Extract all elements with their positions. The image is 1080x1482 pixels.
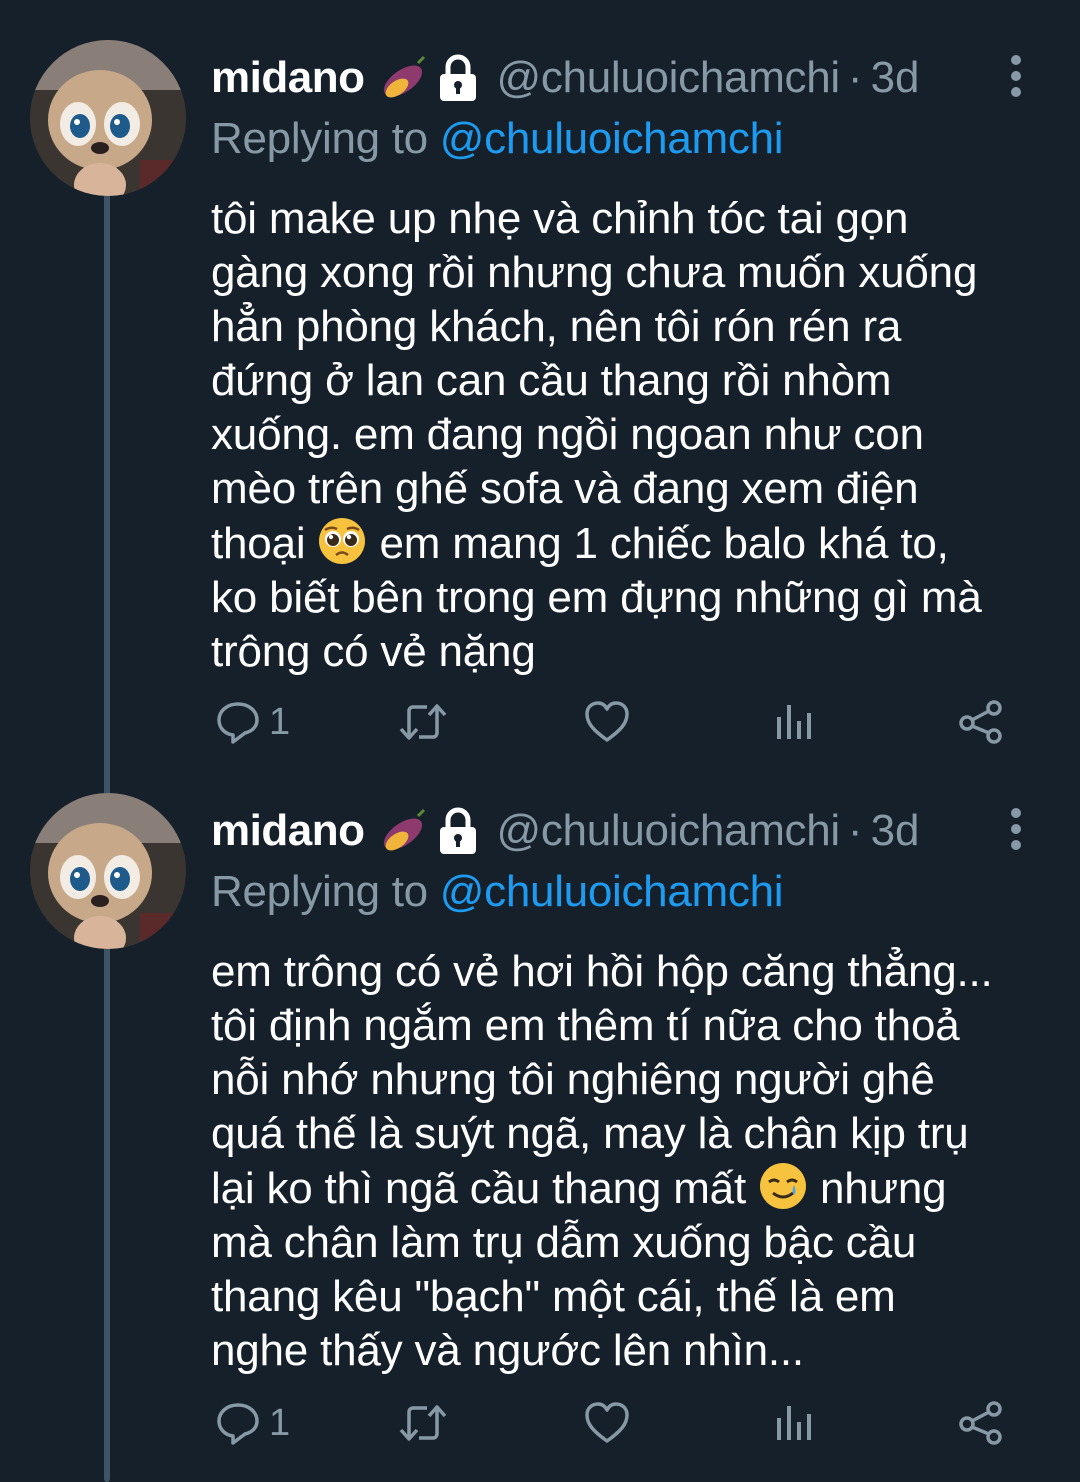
- share-icon: [959, 1401, 1002, 1445]
- replying-to-label: Replying to: [211, 867, 428, 916]
- display-name[interactable]: midano: [211, 53, 365, 103]
- reply-icon: [217, 702, 259, 744]
- display-name[interactable]: midano: [211, 806, 365, 856]
- retweet-icon: [399, 704, 447, 740]
- replying-to-mention[interactable]: @chuluoichamchi: [440, 114, 784, 163]
- sweet-potato-icon: [384, 808, 426, 851]
- retweet-icon: [399, 1405, 447, 1441]
- analytics-icon: [777, 705, 811, 739]
- reply-button[interactable]: 1: [215, 1393, 290, 1453]
- replying-to-line: Replying to @chuluoichamchi: [211, 114, 784, 164]
- avatar[interactable]: [30, 40, 186, 196]
- tweet-header: midano @chuluoichamchi · 3d: [211, 801, 920, 861]
- tweet-timestamp[interactable]: 3d: [871, 53, 920, 103]
- reply-count: 1: [269, 1401, 291, 1444]
- separator-dot: ·: [847, 806, 863, 855]
- reply-icon: [217, 1403, 259, 1445]
- analytics-button[interactable]: [773, 1393, 817, 1453]
- heart-icon: [585, 701, 629, 742]
- like-button[interactable]: [583, 1393, 639, 1453]
- share-button[interactable]: [957, 692, 1005, 752]
- tweet-timestamp[interactable]: 3d: [871, 806, 920, 856]
- replying-to-label: Replying to: [211, 114, 428, 163]
- share-icon: [959, 700, 1002, 744]
- tweet-text-part-1: tôi make up nhẹ và chỉnh tóc tai gọn gàn…: [211, 194, 978, 568]
- tweet[interactable]: midano @chuluoichamchi · 3d Replying to …: [0, 40, 1080, 760]
- user-handle[interactable]: @chuluoichamchi: [496, 53, 840, 103]
- retweet-button[interactable]: [397, 692, 457, 752]
- analytics-icon: [777, 1406, 811, 1440]
- lock-icon: [440, 807, 477, 854]
- retweet-button[interactable]: [397, 1393, 457, 1453]
- reply-button[interactable]: 1: [215, 692, 290, 752]
- avatar-image: [30, 40, 186, 196]
- replying-to-mention[interactable]: @chuluoichamchi: [440, 867, 784, 916]
- smiling-face-with-tear-icon: [760, 1163, 806, 1209]
- like-button[interactable]: [583, 692, 639, 752]
- sweet-potato-icon: [384, 55, 426, 98]
- tweet[interactable]: midano @chuluoichamchi · 3d Replying to …: [0, 793, 1080, 1482]
- more-options-icon[interactable]: [1004, 807, 1028, 851]
- replying-to-line: Replying to @chuluoichamchi: [211, 867, 784, 917]
- more-options-icon[interactable]: [1004, 54, 1028, 98]
- analytics-button[interactable]: [773, 692, 817, 752]
- lock-icon: [440, 54, 477, 101]
- heart-icon: [585, 1402, 629, 1443]
- user-handle[interactable]: @chuluoichamchi: [496, 806, 840, 856]
- tweet-actions: 1: [211, 1393, 1031, 1453]
- avatar[interactable]: [30, 793, 186, 949]
- share-button[interactable]: [957, 1393, 1005, 1453]
- tweet-actions: 1: [211, 692, 1031, 752]
- avatar-image: [30, 793, 186, 949]
- tweet-text: em trông có vẻ hơi hồi hộp căng thẳng...…: [211, 945, 1051, 1378]
- separator-dot: ·: [847, 53, 863, 102]
- reply-count: 1: [269, 700, 291, 743]
- pleading-face-icon: [319, 518, 366, 564]
- tweet-text: tôi make up nhẹ và chỉnh tóc tai gọn gàn…: [211, 192, 1051, 679]
- tweet-header: midano @chuluoichamchi · 3d: [211, 48, 920, 108]
